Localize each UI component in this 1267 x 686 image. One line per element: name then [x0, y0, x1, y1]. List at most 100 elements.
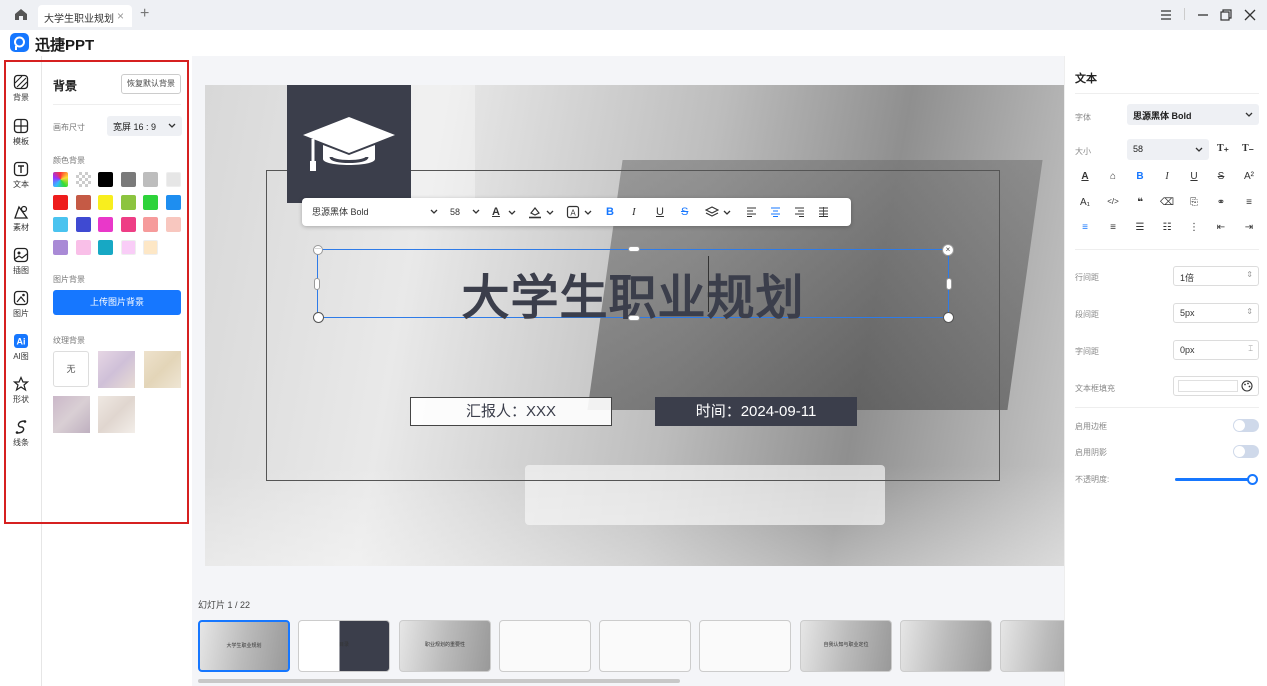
close-tab-icon[interactable]: × [117, 9, 124, 23]
numbered-list-icon[interactable]: ⋮ [1186, 222, 1202, 233]
color-swatch[interactable] [98, 194, 113, 210]
rail-item-shape[interactable]: 形状 [0, 374, 42, 414]
align-center-icon[interactable]: ≡ [1077, 222, 1093, 233]
time-box[interactable]: 时间：2024-09-11 [655, 397, 857, 426]
slide-thumbnail[interactable] [599, 620, 691, 672]
highlight-icon[interactable]: ⌂ [1105, 171, 1121, 182]
chevron-down-icon[interactable] [584, 210, 592, 216]
slide-thumbnail[interactable] [499, 620, 591, 672]
size-select[interactable]: 58 [450, 198, 480, 226]
rail-item-ai-image[interactable]: Ai AI图 [0, 331, 42, 371]
text-fill-picker[interactable] [1173, 376, 1259, 396]
chevron-down-icon[interactable] [508, 210, 516, 216]
paragraph-spacing-input[interactable]: 5px ⇕ [1173, 303, 1259, 323]
clear-format-icon[interactable]: ⌫ [1159, 197, 1175, 208]
rail-item-text[interactable]: 文本 [0, 159, 42, 199]
line-spacing-input[interactable]: 1倍 ⇕ [1173, 266, 1259, 286]
delete-handle-icon[interactable]: × [942, 244, 954, 256]
code-icon[interactable]: </> [1105, 197, 1121, 206]
underline-icon[interactable]: U [656, 198, 664, 226]
texture-swatch[interactable] [98, 351, 135, 388]
rotate-handle-icon[interactable] [313, 312, 324, 323]
opacity-slider[interactable] [1175, 474, 1258, 485]
italic-icon[interactable]: I [1159, 171, 1175, 182]
superscript-icon[interactable]: A² [1241, 171, 1257, 182]
home-icon[interactable] [14, 8, 28, 26]
rail-item-template[interactable]: 模板 [0, 116, 42, 156]
color-swatch[interactable] [120, 194, 136, 210]
side-handle-right[interactable] [946, 278, 952, 290]
underline-icon[interactable]: U [1186, 171, 1202, 182]
strikethrough-icon[interactable]: S [681, 198, 688, 226]
opacity-slider-thumb[interactable] [1247, 474, 1258, 485]
spacing-icon[interactable]: ⌶ [1248, 344, 1253, 354]
color-swatch[interactable] [165, 172, 181, 187]
chevron-down-icon[interactable] [723, 210, 731, 216]
highlight-color-icon[interactable] [528, 205, 542, 219]
slide-thumbnail[interactable] [699, 620, 791, 672]
rail-item-image[interactable]: 图片 [0, 288, 42, 328]
decrease-font-icon[interactable]: T₋ [1240, 143, 1256, 154]
slide-thumbnail[interactable]: 自我认知与职业定位 [800, 620, 892, 672]
reporter-box[interactable]: 汇报人：XXX [410, 397, 612, 426]
slide-thumbnail[interactable]: 职业规划的重要性 [399, 620, 491, 672]
increase-font-icon[interactable]: T₊ [1215, 143, 1231, 154]
color-swatch[interactable] [75, 194, 91, 210]
char-spacing-input[interactable]: 0px ⌶ [1173, 340, 1259, 360]
resize-handle-icon[interactable] [943, 312, 954, 323]
color-swatch[interactable] [53, 239, 68, 255]
texture-swatch[interactable] [53, 396, 90, 433]
subscript-icon[interactable]: A₁ [1077, 197, 1093, 208]
palette-icon[interactable] [1241, 380, 1253, 392]
italic-icon[interactable]: I [632, 198, 636, 226]
stepper-icon[interactable]: ⇕ [1246, 270, 1253, 279]
color-swatch[interactable] [143, 194, 158, 210]
align-right-icon[interactable]: ≡ [1105, 222, 1121, 233]
top-handle[interactable] [628, 246, 640, 252]
bottom-handle[interactable] [628, 315, 640, 321]
font-color-icon[interactable]: A [1077, 171, 1093, 182]
quote-icon[interactable]: ❝ [1132, 197, 1148, 208]
color-swatch[interactable] [165, 194, 181, 210]
color-swatch[interactable] [53, 217, 68, 232]
slide-thumbnail[interactable] [900, 620, 992, 672]
title-textbox[interactable]: 大学生职业规划 ··· × [313, 244, 954, 325]
color-swatch[interactable] [53, 172, 68, 187]
rail-item-line[interactable]: 线条 [0, 417, 42, 457]
minimize-icon[interactable] [1197, 8, 1209, 26]
color-swatch[interactable] [120, 217, 136, 232]
restore-icon[interactable] [1220, 8, 1232, 26]
font-select[interactable]: 思源黑体 Bold [312, 198, 438, 226]
menu-icon[interactable] [1160, 8, 1172, 26]
justify-icon[interactable]: ☰ [1132, 222, 1148, 233]
more-handle-icon[interactable]: ··· [313, 245, 323, 255]
bold-icon[interactable]: B [606, 198, 614, 226]
color-swatch[interactable] [75, 239, 91, 255]
color-swatch[interactable] [98, 217, 113, 232]
upload-background-button[interactable]: 上传图片背景 [53, 290, 181, 315]
align-center-icon[interactable] [770, 207, 781, 217]
strikethrough-icon[interactable]: S [1213, 171, 1229, 182]
font-color-icon[interactable]: A [492, 198, 500, 226]
align-right-icon[interactable] [794, 207, 805, 217]
new-tab-icon[interactable]: + [140, 5, 149, 23]
texture-none[interactable]: 无 [53, 351, 89, 387]
texture-swatch[interactable] [144, 351, 181, 388]
close-window-icon[interactable] [1244, 8, 1256, 26]
rail-item-illustration[interactable]: 插图 [0, 245, 42, 285]
stepper-icon[interactable]: ⇕ [1246, 307, 1253, 316]
format-painter-icon[interactable]: ⎘ [1186, 197, 1202, 208]
font-family-select[interactable]: 思源黑体 Bold [1127, 104, 1259, 125]
layer-icon[interactable] [705, 206, 719, 218]
color-swatch[interactable] [143, 239, 158, 255]
align-left-icon[interactable] [746, 207, 757, 217]
color-swatch[interactable] [120, 239, 136, 255]
side-handle-left[interactable] [314, 278, 320, 290]
bold-icon[interactable]: B [1132, 171, 1148, 182]
texture-swatch[interactable] [98, 396, 135, 433]
chevron-down-icon[interactable] [546, 210, 554, 216]
text-border-icon[interactable]: A [566, 205, 580, 219]
color-swatch[interactable] [53, 194, 68, 210]
outdent-icon[interactable]: ⇤ [1213, 222, 1229, 233]
reset-background-button[interactable]: 恢复默认背景 [121, 74, 181, 94]
